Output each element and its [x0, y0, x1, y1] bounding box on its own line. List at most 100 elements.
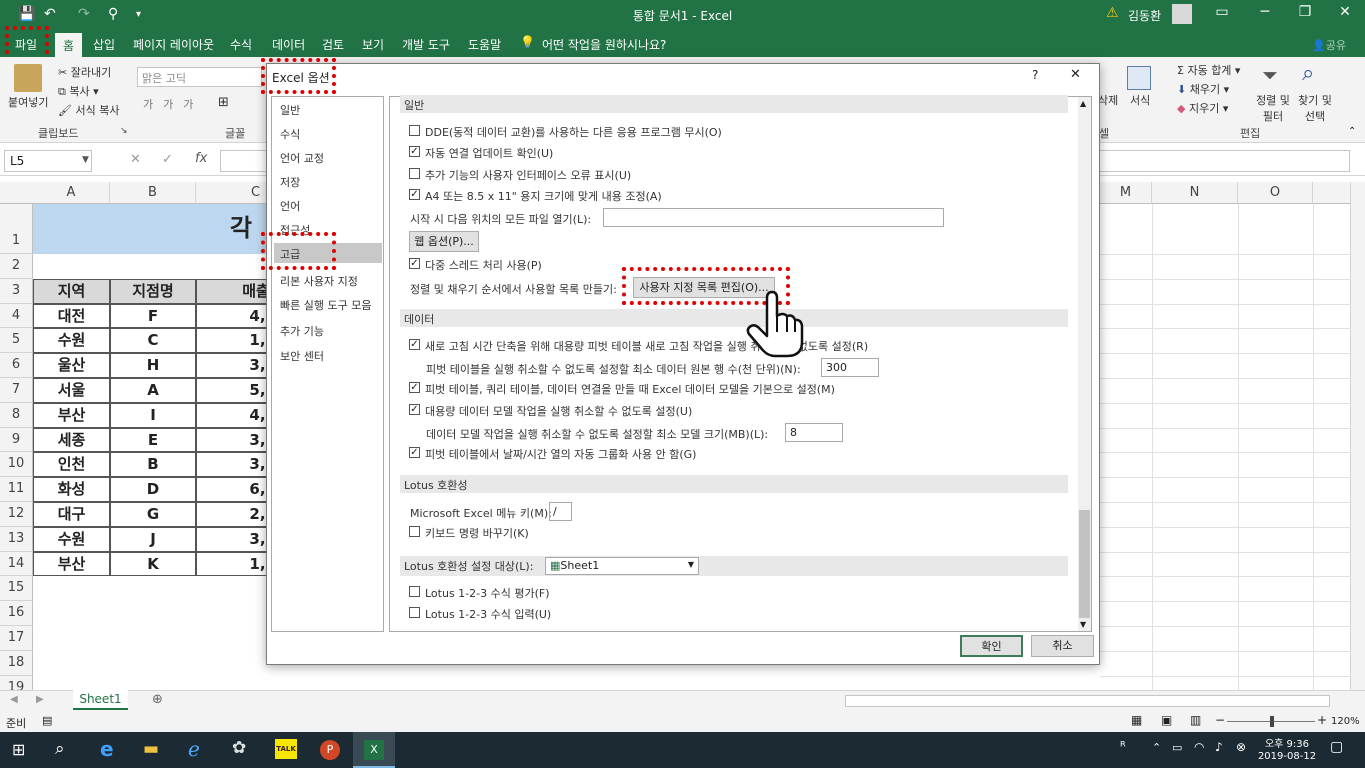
nav-item[interactable]: 빠른 실행 도구 모음: [280, 297, 371, 313]
row-header[interactable]: 12: [0, 502, 33, 527]
row-header[interactable]: 16: [0, 601, 33, 626]
close-window-icon[interactable]: ✕: [1330, 4, 1360, 20]
kakaotalk-icon[interactable]: TALK: [275, 739, 297, 759]
warning-icon[interactable]: ⚠: [1106, 5, 1119, 21]
borders-icon[interactable]: ⊞: [218, 95, 229, 110]
ribbon-display-icon[interactable]: ▭: [1207, 4, 1237, 20]
keyboard-nav-checkbox[interactable]: [409, 526, 420, 537]
paste-icon[interactable]: [14, 64, 42, 92]
normal-view-icon[interactable]: ▦: [1131, 713, 1142, 727]
nav-item[interactable]: 추가 기능: [280, 323, 324, 339]
nav-item[interactable]: 언어: [280, 198, 300, 214]
row-header[interactable]: 17: [0, 626, 33, 651]
row-header[interactable]: 4: [0, 303, 33, 329]
add-sheet-icon[interactable]: ⊕: [152, 692, 163, 707]
data-cell[interactable]: H: [110, 353, 196, 378]
vertical-scrollbar[interactable]: [1350, 182, 1365, 690]
cancel-icon[interactable]: ✕: [130, 152, 141, 167]
tab-review[interactable]: 검토: [322, 36, 344, 53]
tab-help[interactable]: 도움말: [468, 36, 501, 53]
avatar[interactable]: [1172, 4, 1192, 24]
enter-icon[interactable]: ✓: [162, 152, 173, 167]
links-checkbox[interactable]: ✓: [409, 146, 420, 157]
data-cell[interactable]: A: [110, 378, 196, 403]
column-header-m[interactable]: M: [1100, 182, 1152, 204]
tab-data[interactable]: 데이터: [272, 36, 305, 53]
header-cell[interactable]: 지점명: [110, 278, 196, 304]
prev-sheet-icon[interactable]: ◀: [10, 694, 18, 705]
name-box-dropdown-icon[interactable]: ▼: [82, 155, 89, 165]
nav-item[interactable]: 보안 센터: [280, 348, 324, 364]
search-icon[interactable]: ⌕: [55, 739, 65, 759]
data-cell[interactable]: F: [110, 303, 196, 329]
nav-item[interactable]: 일반: [280, 102, 300, 118]
data-cell[interactable]: D: [110, 477, 196, 502]
scroll-up-icon[interactable]: ▲: [1080, 99, 1086, 108]
macro-record-icon[interactable]: ▤: [42, 714, 52, 727]
header-cell[interactable]: 지역: [33, 278, 110, 304]
row-header[interactable]: 14: [0, 551, 33, 577]
row-header[interactable]: 13: [0, 526, 33, 552]
tab-insert[interactable]: 삽입: [93, 36, 115, 53]
clock-time[interactable]: 오후 9:36: [1257, 735, 1317, 750]
startup-path-input[interactable]: [603, 208, 944, 227]
data-cell[interactable]: I: [110, 402, 196, 428]
datamodel-size-spinner[interactable]: 8: [785, 423, 843, 442]
edge-icon[interactable]: e: [100, 737, 114, 761]
title-cell[interactable]: 각: [33, 204, 266, 254]
web-options-button[interactable]: 웹 옵션(P)...: [409, 231, 479, 252]
data-cell[interactable]: 인천: [33, 452, 110, 478]
row-header[interactable]: 5: [0, 328, 33, 354]
dde-checkbox[interactable]: [409, 125, 420, 136]
font-name-box[interactable]: 맑은 고딕: [137, 67, 262, 87]
zoom-thumb[interactable]: [1270, 716, 1274, 727]
tell-me-search[interactable]: 어떤 작업을 원하시나요?: [542, 36, 666, 53]
insert-function-icon[interactable]: fx: [195, 151, 207, 166]
tray-chevron-icon[interactable]: ⌃: [1152, 741, 1161, 754]
data-cell[interactable]: 부산: [33, 551, 110, 577]
data-cell[interactable]: K: [110, 551, 196, 577]
sheet-select[interactable]: ▦Sheet1 ▼: [545, 557, 699, 575]
help-button[interactable]: ?: [1032, 68, 1038, 82]
share-button[interactable]: 👤공유: [1312, 37, 1346, 53]
wifi-icon[interactable]: ◠: [1194, 740, 1204, 754]
tab-formulas[interactable]: 수식: [230, 36, 252, 53]
pivot-rows-spinner[interactable]: 300: [821, 358, 879, 377]
column-header-a[interactable]: A: [33, 182, 110, 204]
clock-date[interactable]: 2019-08-12: [1257, 751, 1317, 762]
find-select-button[interactable]: 찾기 및 선택: [1293, 92, 1337, 124]
row-header[interactable]: 11: [0, 477, 33, 502]
addin-ui-checkbox[interactable]: [409, 168, 420, 179]
file-explorer-icon[interactable]: ▬: [143, 739, 159, 759]
horizontal-scrollbar[interactable]: [845, 695, 1330, 707]
data-cell[interactable]: 대구: [33, 502, 110, 527]
zoom-in-icon[interactable]: +: [1317, 713, 1327, 727]
powerpoint-icon[interactable]: P: [320, 740, 340, 760]
fill-button[interactable]: ⬇ 채우기 ▾: [1177, 81, 1229, 97]
column-header-o[interactable]: O: [1238, 182, 1313, 204]
next-sheet-icon[interactable]: ▶: [36, 694, 44, 705]
data-cell[interactable]: 화성: [33, 477, 110, 502]
data-cell[interactable]: G: [110, 502, 196, 527]
cut-button[interactable]: ✂ 잘라내기: [58, 64, 111, 80]
notification-icon[interactable]: ▢: [1330, 739, 1343, 755]
row-header[interactable]: 15: [0, 576, 33, 602]
ok-button[interactable]: 확인: [960, 635, 1023, 657]
nav-item[interactable]: 수식: [280, 126, 300, 142]
sort-filter-button[interactable]: 정렬 및 필터: [1253, 92, 1293, 124]
formula-eval-checkbox[interactable]: [409, 586, 420, 597]
ime-icon[interactable]: ⊗: [1236, 740, 1246, 754]
data-cell[interactable]: 대전: [33, 303, 110, 329]
row-header[interactable]: 3: [0, 278, 33, 304]
clear-button[interactable]: ◆ 지우기 ▾: [1177, 100, 1228, 116]
row-header[interactable]: 7: [0, 378, 33, 403]
data-cell[interactable]: B: [110, 452, 196, 478]
pivot-undo-checkbox[interactable]: ✓: [409, 339, 420, 350]
copy-button[interactable]: ⧉ 복사 ▾: [58, 83, 99, 99]
cancel-button[interactable]: 취소: [1031, 635, 1094, 657]
tab-developer[interactable]: 개발 도구: [402, 36, 450, 53]
tab-home[interactable]: 홈: [55, 33, 83, 57]
data-cell[interactable]: 서울: [33, 378, 110, 403]
content-scroll-thumb[interactable]: [1079, 510, 1090, 618]
battery-icon[interactable]: ▭: [1172, 741, 1182, 754]
